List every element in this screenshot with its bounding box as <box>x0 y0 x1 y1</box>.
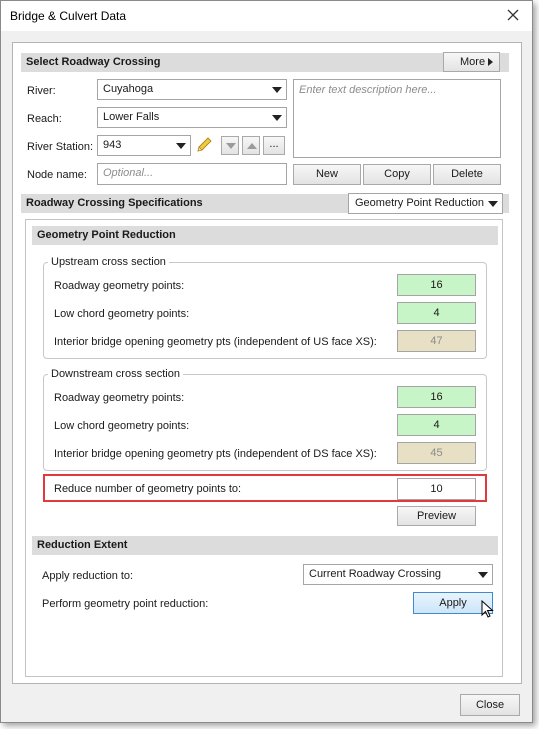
upstream-interior-label: Interior bridge opening geometry pts (in… <box>54 336 377 348</box>
apply-to-value: Current Roadway Crossing <box>309 568 442 580</box>
downstream-lowchord-value: 4 <box>397 414 476 436</box>
new-button-label: New <box>315 168 338 180</box>
upstream-interior-value: 47 <box>397 330 476 352</box>
downstream-roadway-value: 16 <box>397 386 476 408</box>
downstream-lowchord-label: Low chord geometry points: <box>54 420 190 432</box>
node-name-placeholder: Optional... <box>103 167 154 179</box>
dropdown-arrow-icon <box>272 87 282 93</box>
upstream-lowchord-value: 4 <box>397 302 476 324</box>
upstream-roadway-label: Roadway geometry points: <box>54 280 185 292</box>
reach-select[interactable]: Lower Falls <box>97 107 287 128</box>
play-arrow-icon <box>488 58 493 66</box>
copy-button[interactable]: Copy <box>363 164 431 185</box>
apply-button-label: Apply <box>439 597 467 609</box>
reduction-extent-title: Reduction Extent <box>37 539 128 551</box>
downstream-title: Downstream cross section <box>48 368 183 381</box>
reduction-extent-header: Reduction Extent <box>32 536 498 555</box>
node-name-label: Node name: <box>27 169 87 181</box>
apply-to-select[interactable]: Current Roadway Crossing <box>303 564 493 585</box>
dropdown-arrow-icon <box>176 143 186 149</box>
main-panel: Select Roadway Crossing More River: Cuya… <box>12 42 522 684</box>
mouse-cursor-icon <box>481 599 495 623</box>
more-button-label: More <box>460 56 486 68</box>
upstream-roadway-value: 16 <box>397 274 476 296</box>
river-station-value: 943 <box>103 139 122 151</box>
down-arrow-icon <box>226 143 236 149</box>
specs-title: Roadway Crossing Specifications <box>26 197 203 209</box>
close-button[interactable]: Close <box>460 694 520 716</box>
pencil-icon[interactable] <box>194 135 214 155</box>
close-icon[interactable] <box>504 6 522 24</box>
station-down-button[interactable] <box>221 136 239 155</box>
delete-button[interactable]: Delete <box>433 164 501 185</box>
dropdown-arrow-icon <box>272 115 282 121</box>
window-title: Bridge & Culvert Data <box>10 9 127 23</box>
select-crossing-title: Select Roadway Crossing <box>26 56 161 68</box>
ellipsis-label: ... <box>269 138 279 150</box>
specs-mode-value: Geometry Point Reduction <box>355 197 485 209</box>
dropdown-arrow-icon <box>478 572 488 578</box>
reduce-points-input[interactable]: 10 <box>397 478 476 500</box>
preview-button[interactable]: Preview <box>397 506 476 526</box>
description-placeholder: Enter text description here... <box>299 84 437 96</box>
river-select[interactable]: Cuyahoga <box>97 79 287 100</box>
perform-reduction-label: Perform geometry point reduction: <box>42 598 209 610</box>
downstream-interior-label: Interior bridge opening geometry pts (in… <box>54 448 377 460</box>
upstream-title: Upstream cross section <box>48 256 169 269</box>
more-button[interactable]: More <box>443 52 500 72</box>
select-crossing-header: Select Roadway Crossing <box>21 53 509 72</box>
new-button[interactable]: New <box>293 164 361 185</box>
reduce-points-label: Reduce number of geometry points to: <box>54 483 242 495</box>
copy-button-label: Copy <box>384 168 410 180</box>
dialog-window: Bridge & Culvert Data Select Roadway Cro… <box>0 0 533 723</box>
river-label: River: <box>27 85 56 97</box>
gpr-title: Geometry Point Reduction <box>37 229 176 241</box>
downstream-interior-value: 45 <box>397 442 476 464</box>
river-station-label: River Station: <box>27 141 94 153</box>
reach-value: Lower Falls <box>103 111 160 123</box>
upstream-lowchord-label: Low chord geometry points: <box>54 308 190 320</box>
gpr-header: Geometry Point Reduction <box>32 226 498 245</box>
geometry-point-reduction-panel: Geometry Point Reduction Upstream cross … <box>25 219 503 677</box>
apply-to-label: Apply reduction to: <box>42 570 134 582</box>
description-textarea[interactable]: Enter text description here... <box>293 79 501 158</box>
preview-button-label: Preview <box>416 510 457 522</box>
node-name-input[interactable]: Optional... <box>97 163 287 185</box>
station-ellipsis-button[interactable]: ... <box>263 136 285 155</box>
up-arrow-icon <box>247 143 257 149</box>
downstream-roadway-label: Roadway geometry points: <box>54 392 185 404</box>
dropdown-arrow-icon <box>488 201 498 207</box>
river-value: Cuyahoga <box>103 83 154 95</box>
specs-mode-select[interactable]: Geometry Point Reduction <box>348 193 503 214</box>
title-bar: Bridge & Culvert Data <box>1 1 532 31</box>
station-up-button[interactable] <box>242 136 260 155</box>
reach-label: Reach: <box>27 113 62 125</box>
delete-button-label: Delete <box>451 168 483 180</box>
river-station-select[interactable]: 943 <box>97 135 191 156</box>
close-button-label: Close <box>475 699 505 711</box>
